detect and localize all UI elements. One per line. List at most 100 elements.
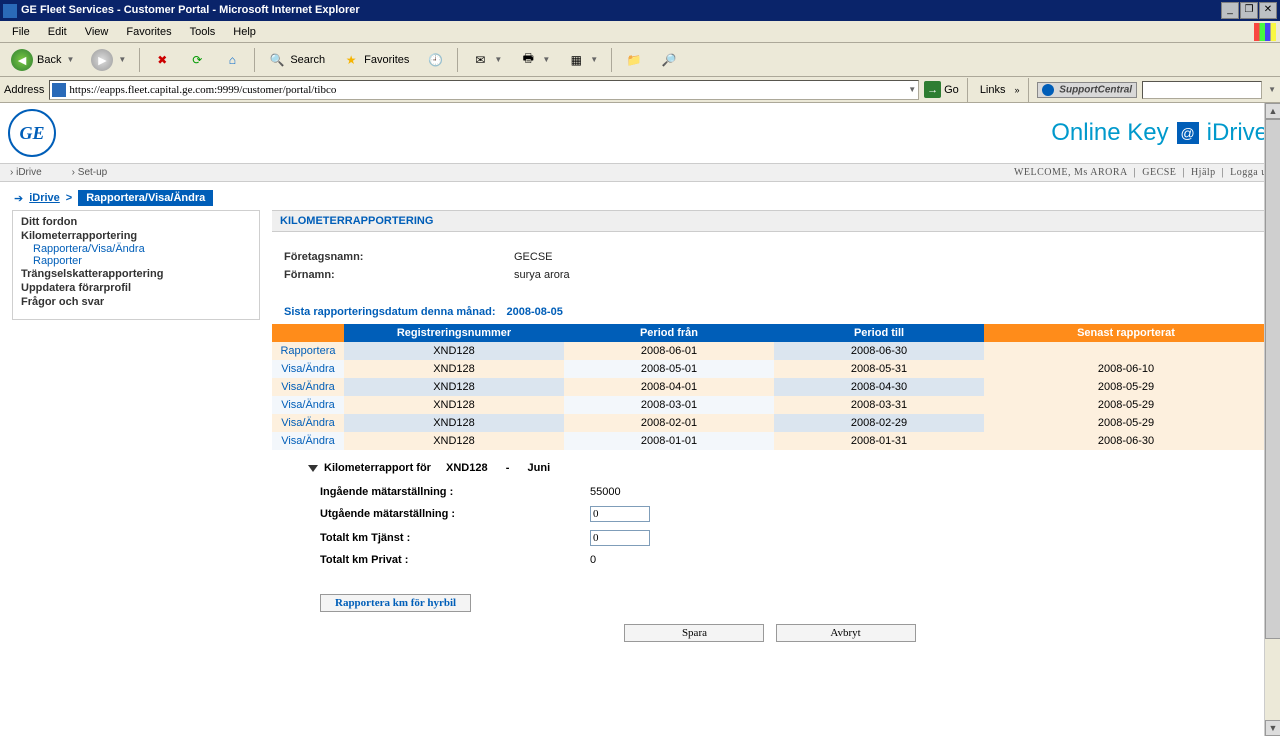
- browser-toolbar: ◄ Back ▼ ► ▼ ✖ ⟳ ⌂ 🔍 Search ★ Favorites …: [0, 43, 1280, 77]
- breadcrumb-root[interactable]: iDrive: [29, 192, 60, 204]
- stop-button[interactable]: ✖: [146, 48, 178, 72]
- forward-button[interactable]: ► ▼: [84, 46, 133, 74]
- chevron-down-icon[interactable]: ▼: [908, 85, 916, 94]
- scroll-thumb[interactable]: [1265, 119, 1280, 639]
- research-button[interactable]: 🔎: [653, 48, 685, 72]
- menu-help[interactable]: Help: [225, 24, 264, 40]
- address-input-container: ▼: [49, 80, 919, 100]
- triangle-down-icon: [308, 465, 318, 472]
- row-last: 2008-05-29: [984, 378, 1268, 396]
- row-last: 2008-06-30: [984, 432, 1268, 450]
- row-action-link[interactable]: Visa/Ändra: [272, 396, 344, 414]
- mail-button[interactable]: ✉▼: [464, 48, 509, 72]
- chevron-down-icon: ▼: [118, 55, 126, 64]
- row-reg: XND128: [344, 432, 564, 450]
- menu-file[interactable]: File: [4, 24, 38, 40]
- separator: [457, 48, 458, 72]
- row-action-link[interactable]: Visa/Ändra: [272, 378, 344, 396]
- star-icon: ★: [342, 51, 360, 69]
- stop-icon: ✖: [153, 51, 171, 69]
- back-button[interactable]: ◄ Back ▼: [4, 46, 81, 74]
- table-row: Visa/ÄndraXND1282008-01-012008-01-312008…: [272, 432, 1268, 450]
- page-header: GE Online Key @ iDrive: [0, 103, 1280, 164]
- separator: [611, 48, 612, 72]
- favorites-button[interactable]: ★ Favorites: [335, 48, 416, 72]
- cancel-button[interactable]: Avbryt: [776, 624, 916, 642]
- folder-button[interactable]: 📁: [618, 48, 650, 72]
- window-title: GE Fleet Services - Customer Portal - Mi…: [21, 0, 360, 21]
- restore-button[interactable]: ❐: [1240, 2, 1258, 19]
- km-service-input[interactable]: [590, 530, 650, 546]
- row-from: 2008-05-01: [564, 360, 774, 378]
- km-private-label: Totalt km Privat :: [320, 554, 590, 566]
- sidebar-item-update-profile[interactable]: Uppdatera förarprofil: [21, 281, 259, 295]
- report-hire-km-button[interactable]: Rapportera km för hyrbil: [320, 594, 471, 612]
- brand-online-key: Online Key: [1051, 119, 1168, 147]
- row-action-link[interactable]: Visa/Ändra: [272, 432, 344, 450]
- back-label: Back: [37, 54, 61, 66]
- vertical-scrollbar[interactable]: ▲ ▼: [1264, 103, 1280, 736]
- search-button[interactable]: 🔍 Search: [261, 48, 332, 72]
- sidebar-item-congestion[interactable]: Trängselskatterapportering: [21, 267, 259, 281]
- go-arrow-icon: →: [924, 81, 941, 98]
- close-window-button[interactable]: ✕: [1259, 2, 1277, 19]
- scroll-up-icon[interactable]: ▲: [1265, 103, 1280, 119]
- row-from: 2008-02-01: [564, 414, 774, 432]
- home-button[interactable]: ⌂: [216, 48, 248, 72]
- edit-icon: ▦: [567, 51, 585, 69]
- menu-view[interactable]: View: [77, 24, 117, 40]
- ie-page-icon: [52, 83, 66, 97]
- row-action-link[interactable]: Visa/Ändra: [272, 414, 344, 432]
- row-action-link[interactable]: Rapportera: [272, 342, 344, 360]
- row-reg: XND128: [344, 378, 564, 396]
- links-chevron-icon: »: [1015, 85, 1020, 95]
- address-input[interactable]: [69, 84, 904, 96]
- topnav-item-idrive[interactable]: › iDrive: [10, 167, 42, 178]
- sidebar-item-vehicle[interactable]: Ditt fordon: [21, 215, 259, 229]
- company-value: GECSE: [514, 251, 553, 263]
- forward-arrow-icon: ►: [91, 49, 113, 71]
- separator: [254, 48, 255, 72]
- chevron-down-icon[interactable]: ▼: [1268, 85, 1276, 94]
- panel-title: KILOMETERRAPPORTERING: [272, 210, 1268, 232]
- name-value: surya arora: [514, 269, 570, 281]
- history-button[interactable]: 🕘: [419, 48, 451, 72]
- scroll-down-icon[interactable]: ▼: [1265, 720, 1280, 736]
- go-button[interactable]: → Go: [924, 81, 959, 98]
- sidebar-item-faq[interactable]: Frågor och svar: [21, 295, 259, 309]
- chevron-down-icon: ▼: [66, 55, 74, 64]
- support-central-button[interactable]: SupportCentral: [1037, 82, 1138, 98]
- save-button[interactable]: Spara: [624, 624, 764, 642]
- main-content: KILOMETERRAPPORTERING Företagsnamn: GECS…: [260, 210, 1280, 674]
- brand-idrive: iDrive: [1207, 119, 1268, 147]
- toolbar-search-input[interactable]: [1142, 81, 1262, 99]
- chevron-down-icon: ▼: [542, 55, 550, 64]
- out-odo-input[interactable]: [590, 506, 650, 522]
- help-link[interactable]: Hjälp: [1191, 167, 1216, 178]
- km-private-value: 0: [590, 554, 596, 566]
- sidebar-sub-reports[interactable]: Rapporter: [33, 255, 82, 267]
- links-label[interactable]: Links: [976, 84, 1010, 96]
- detail-heading[interactable]: Kilometerrapport för XND128 - Juni: [272, 450, 1268, 482]
- minimize-button[interactable]: _: [1221, 2, 1239, 19]
- print-button[interactable]: 🖶▼: [512, 48, 557, 72]
- topnav-item-setup[interactable]: › Set-up: [72, 167, 108, 178]
- row-to: 2008-04-30: [774, 378, 984, 396]
- sidebar-sub-report-edit[interactable]: Rapportera/Visa/Ändra: [33, 243, 145, 255]
- table-row: Visa/ÄndraXND1282008-05-012008-05-312008…: [272, 360, 1268, 378]
- edit-button[interactable]: ▦▼: [560, 48, 605, 72]
- row-action-link[interactable]: Visa/Ändra: [272, 360, 344, 378]
- menu-edit[interactable]: Edit: [40, 24, 75, 40]
- menu-tools[interactable]: Tools: [182, 24, 224, 40]
- favorites-label: Favorites: [364, 54, 409, 66]
- research-icon: 🔎: [660, 51, 678, 69]
- detail-dash: -: [506, 462, 510, 474]
- last-report-label: Sista rapporteringsdatum denna månad:: [284, 306, 495, 318]
- refresh-button[interactable]: ⟳: [181, 48, 213, 72]
- mail-icon: ✉: [471, 51, 489, 69]
- sidebar-item-km-report[interactable]: Kilometerrapportering: [21, 229, 259, 243]
- row-reg: XND128: [344, 414, 564, 432]
- top-nav: › iDrive › Set-up WELCOME, Ms ARORA | GE…: [0, 164, 1280, 182]
- menu-favorites[interactable]: Favorites: [118, 24, 179, 40]
- history-icon: 🕘: [426, 51, 444, 69]
